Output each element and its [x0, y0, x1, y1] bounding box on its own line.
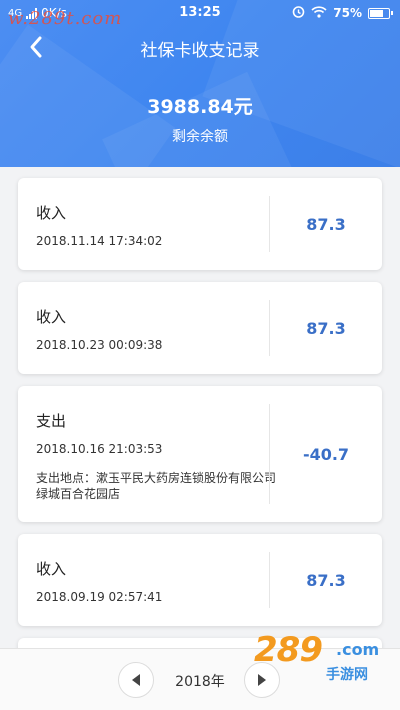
- record-card[interactable]: 收入 2018.10.23 00:09:38 87.3: [18, 282, 382, 374]
- nav-bar: 社保卡收支记录: [0, 30, 400, 64]
- status-right: 75%: [292, 5, 393, 21]
- record-amount: 87.3: [306, 214, 346, 234]
- record-amount: -40.7: [302, 444, 350, 464]
- battery-icon: [368, 7, 393, 19]
- record-type: 收入: [36, 560, 67, 578]
- logo-text: 手游网: [326, 667, 368, 683]
- logo-domain: .com: [336, 640, 380, 659]
- wifi-icon: [311, 5, 327, 21]
- balance-label: 剩余余额: [172, 129, 228, 145]
- record-card[interactable]: 收入 2018.09.19 02:57:41 87.3: [18, 534, 382, 626]
- screen: 4G 0K/s 13:25 75% w.289t.com 社保卡收支记录 398…: [0, 0, 400, 710]
- battery-level: [370, 9, 383, 17]
- battery-percent: 75%: [333, 6, 362, 20]
- page-title: 社保卡收支记录: [140, 41, 260, 61]
- header: 4G 0K/s 13:25 75% w.289t.com 社保卡收支记录 398…: [0, 0, 400, 167]
- record-card[interactable]: 收入 2018.11.14 17:34:02 87.3: [18, 178, 382, 270]
- logo-number: 289: [254, 630, 323, 670]
- record-time: 2018.10.16 21:03:53: [36, 442, 163, 456]
- record-type: 收入: [36, 204, 67, 222]
- record-time: 2018.11.14 17:34:02: [36, 234, 163, 248]
- record-time: 2018.10.23 00:09:38: [36, 338, 163, 352]
- watermark: w.289t.com: [8, 8, 123, 29]
- alarm-icon: [292, 5, 305, 21]
- record-time: 2018.09.19 02:57:41: [36, 590, 163, 604]
- record-card[interactable]: 支出 2018.10.16 21:03:53 支出地点：漱玉平民大药房连锁股份有…: [18, 386, 382, 522]
- record-type: 支出: [36, 412, 67, 430]
- record-type: 收入: [36, 308, 67, 326]
- record-amount: 87.3: [306, 570, 346, 590]
- site-logo: 289 .com 手游网: [254, 630, 386, 686]
- record-location: 支出地点：漱玉平民大药房连锁股份有限公司绿城百合花园店: [36, 471, 277, 501]
- record-amount: 87.3: [306, 318, 346, 338]
- balance-amount: 3988.84元: [147, 96, 253, 118]
